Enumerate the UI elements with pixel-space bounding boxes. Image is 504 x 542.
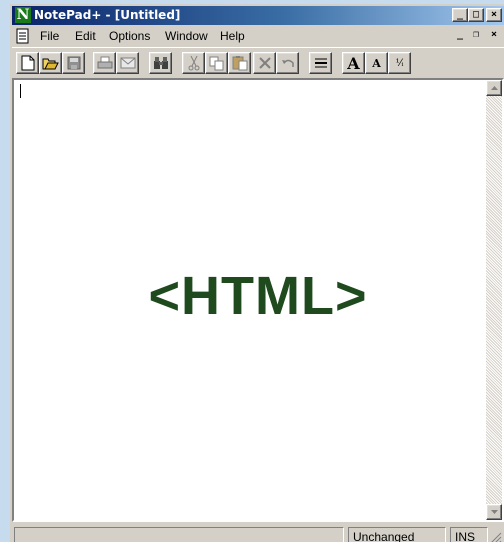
delete-icon — [258, 57, 271, 69]
superscript-button[interactable]: ¹⁄ᵢ — [388, 52, 411, 74]
close-button[interactable]: × — [486, 8, 502, 22]
menu-edit[interactable]: Edit — [75, 29, 96, 43]
font-smaller-button[interactable]: A — [365, 52, 388, 74]
new-button[interactable] — [16, 52, 39, 74]
editor-content: <HTML> — [148, 266, 368, 326]
text-caret — [20, 84, 21, 98]
child-restore-button[interactable]: ❐ — [468, 29, 484, 43]
minimize-button[interactable]: _ — [452, 8, 468, 22]
arrow-up-icon — [490, 86, 498, 90]
paste-icon — [232, 56, 247, 71]
open-button[interactable] — [39, 52, 62, 74]
child-minimize-button[interactable]: _ — [452, 29, 468, 43]
cut-scissors-icon — [188, 55, 199, 71]
app-icon[interactable]: N — [15, 7, 31, 23]
child-close-button[interactable]: × — [486, 29, 502, 43]
word-wrap-button[interactable] — [309, 52, 332, 74]
word-wrap-icon — [314, 58, 327, 68]
menu-options[interactable]: Options — [109, 29, 150, 43]
paste-button[interactable] — [228, 52, 251, 74]
vertical-scrollbar[interactable] — [486, 80, 502, 520]
delete-button[interactable] — [253, 52, 276, 74]
open-folder-icon — [42, 58, 59, 69]
window-title: NotePad+ - [Untitled] — [34, 8, 181, 22]
text-editor[interactable]: <HTML> — [12, 78, 504, 522]
scroll-down-button[interactable] — [486, 504, 502, 520]
menu-file[interactable]: File — [40, 29, 59, 43]
print-icon — [97, 56, 112, 69]
title-bar[interactable]: N NotePad+ - [Untitled] _ □ × — [12, 6, 504, 25]
resize-grip-icon[interactable] — [488, 530, 502, 542]
font-larger-button[interactable]: A — [342, 52, 365, 74]
new-file-icon — [21, 55, 34, 71]
undo-button[interactable] — [276, 52, 299, 74]
copy-button[interactable] — [205, 52, 228, 74]
save-button[interactable] — [62, 52, 85, 74]
menu-window[interactable]: Window — [165, 29, 208, 43]
maximize-button[interactable]: □ — [468, 8, 484, 22]
email-button[interactable] — [116, 52, 139, 74]
scroll-up-button[interactable] — [486, 80, 502, 96]
print-button[interactable] — [93, 52, 116, 74]
font-larger-icon: A — [347, 53, 360, 73]
toolbar: A A ¹⁄ᵢ — [12, 47, 504, 77]
status-bar: Unchanged INS — [12, 524, 504, 542]
status-message — [14, 527, 344, 542]
document-icon[interactable] — [16, 28, 30, 44]
status-modified: Unchanged — [348, 527, 446, 542]
font-smaller-icon: A — [372, 56, 381, 70]
notepad-window: N NotePad+ - [Untitled] _ □ × File Edit … — [10, 4, 504, 542]
find-button[interactable] — [149, 52, 172, 74]
menu-bar: File Edit Options Window Help _ ❐ × — [12, 26, 504, 46]
save-icon — [67, 56, 80, 70]
menu-help[interactable]: Help — [220, 29, 245, 43]
find-binoculars-icon — [153, 57, 168, 69]
superscript-icon: ¹⁄ᵢ — [395, 57, 404, 69]
status-insert-mode: INS — [450, 527, 488, 542]
email-icon — [120, 57, 135, 69]
cut-button[interactable] — [182, 52, 205, 74]
arrow-down-icon — [490, 510, 498, 514]
copy-icon — [209, 56, 223, 70]
undo-icon — [281, 59, 294, 67]
